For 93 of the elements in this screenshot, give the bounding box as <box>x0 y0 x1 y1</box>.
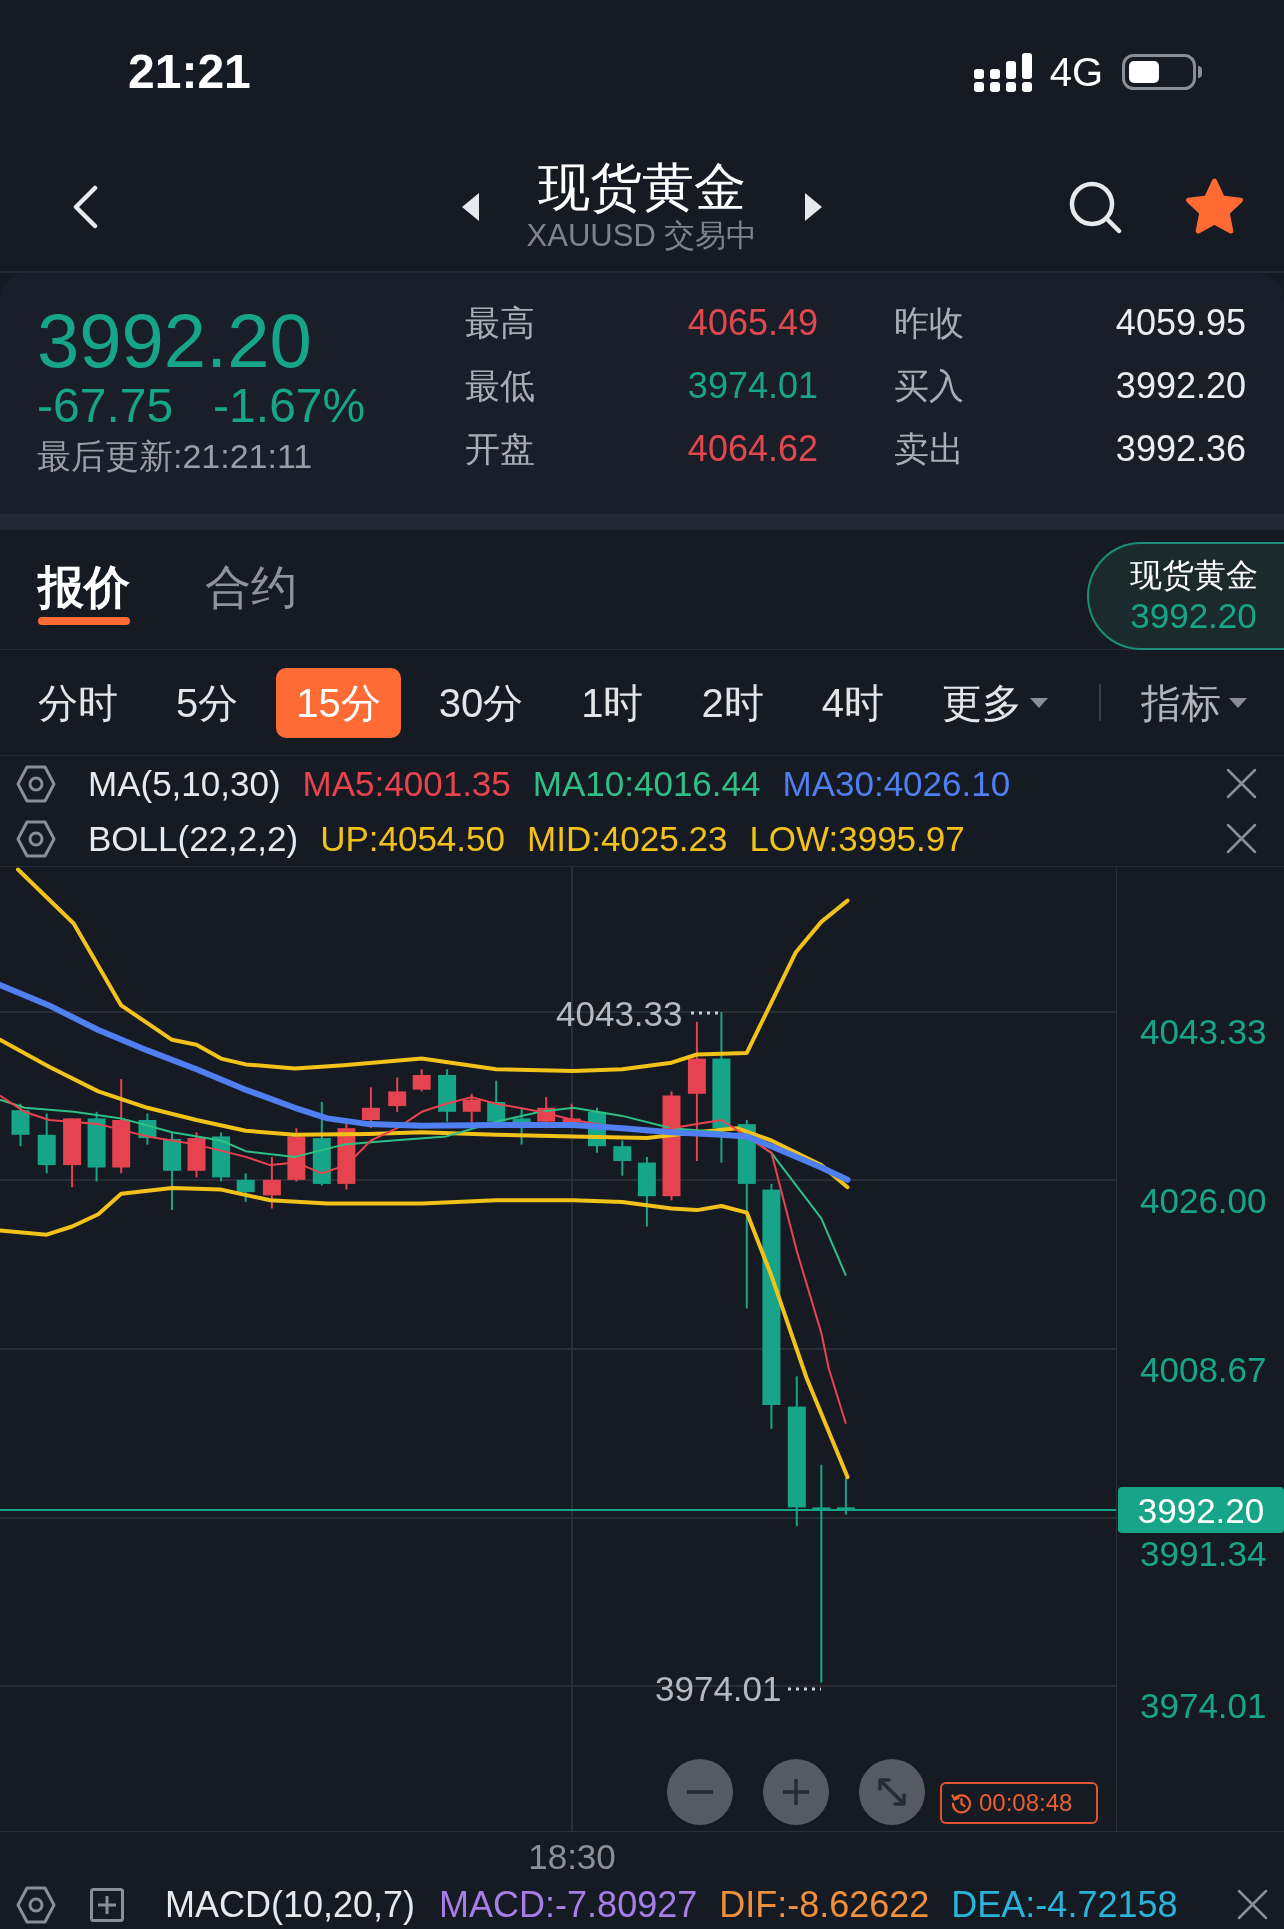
interval-dropdown[interactable]: 更多 <box>922 667 1068 738</box>
plus-icon <box>783 1779 809 1805</box>
stat-value: 4064.62 <box>687 430 818 467</box>
stat-value: 3992.36 <box>1115 430 1246 467</box>
interval-tab[interactable]: 30分 <box>418 667 544 738</box>
stat-label: 最高 <box>465 305 535 340</box>
low-price-marker: 3974.01 <box>655 1669 782 1709</box>
countdown-time: 00:08:48 <box>979 1791 1073 1815</box>
indicator-value: LOW:3995.97 <box>749 821 965 856</box>
caret-right-icon[interactable] <box>805 192 823 221</box>
back-icon[interactable] <box>72 184 98 229</box>
price-axis-label: 4008.67 <box>1140 1350 1267 1390</box>
settings-icon[interactable] <box>16 1884 56 1925</box>
indicator-value: MA10:4016.44 <box>532 766 761 801</box>
close-icon[interactable] <box>1226 823 1257 854</box>
close-icon[interactable] <box>1226 768 1257 799</box>
indicator-menu-button[interactable]: 指标 <box>1121 667 1267 738</box>
minus-icon <box>687 1790 713 1794</box>
candlestick <box>588 1106 606 1154</box>
stat-label: 卖出 <box>894 431 964 466</box>
candlestick <box>138 1112 157 1146</box>
candlestick <box>63 1117 82 1189</box>
update-time: 最后更新:21:21:11 <box>37 436 313 477</box>
caret-left-icon[interactable] <box>461 192 479 221</box>
stat-value: 4059.95 <box>1115 304 1246 341</box>
candlestick <box>512 1106 531 1146</box>
price-change: -67.75 <box>37 382 174 430</box>
leader-line <box>788 1687 821 1691</box>
indicator-value: MACD:-7.80927 <box>439 1886 698 1923</box>
indicator-value: MID:4025.23 <box>527 821 728 856</box>
stat-value: 3992.20 <box>1115 367 1246 404</box>
add-icon[interactable] <box>90 1887 124 1922</box>
candlestick <box>236 1172 255 1203</box>
candlestick <box>361 1086 380 1130</box>
candlestick <box>11 1102 30 1148</box>
caret-down-icon <box>1229 697 1247 708</box>
candlestick <box>613 1139 632 1177</box>
expand-icon <box>877 1777 907 1807</box>
indicator-name: MA(5,10,30) <box>88 766 281 801</box>
indicator-value: UP:4054.50 <box>320 821 505 856</box>
stat-value: 3974.01 <box>687 367 818 404</box>
candlestick <box>412 1068 431 1093</box>
settings-icon[interactable] <box>16 763 56 804</box>
price-change-percent: -1.67% <box>213 382 366 430</box>
tab[interactable]: 报价 <box>38 564 130 625</box>
leader-line <box>691 1011 721 1015</box>
interval-tab[interactable]: 4时 <box>801 667 904 738</box>
last-price: 3992.20 <box>37 303 312 379</box>
stat-label: 买入 <box>894 368 964 403</box>
quote-pill[interactable]: 现货黄金 3992.20 <box>1087 542 1284 650</box>
interval-tab[interactable]: 2时 <box>681 667 784 738</box>
interval-tab[interactable]: 1时 <box>561 667 664 738</box>
candlestick <box>212 1131 231 1183</box>
signal-icon <box>973 52 1033 92</box>
caret-down-icon <box>1030 697 1048 708</box>
last-price-tag: 3992.20 <box>1118 1487 1284 1533</box>
interval-tab[interactable]: 分时 <box>18 667 138 738</box>
high-price-marker: 4043.33 <box>556 994 683 1034</box>
indicator-value: DIF:-8.62622 <box>719 1886 930 1923</box>
status-time: 21:21 <box>128 48 251 96</box>
network-type: 4G <box>1049 52 1103 92</box>
price-axis-label: 4026.00 <box>1140 1181 1267 1221</box>
candlestick <box>836 1476 855 1516</box>
quote-pill-price: 3992.20 <box>1130 595 1257 637</box>
star-icon[interactable] <box>1184 177 1245 236</box>
stat-value: 4065.49 <box>687 304 818 341</box>
indicator-value: MA30:4026.10 <box>782 766 1011 801</box>
instrument-subtitle: XAUUSD 交易中 <box>526 216 758 254</box>
tab[interactable]: 合约 <box>205 564 297 625</box>
price-axis-label: 3991.34 <box>1140 1534 1267 1574</box>
history-icon <box>951 1792 972 1814</box>
settings-icon[interactable] <box>16 818 56 859</box>
price-axis-label: 3974.01 <box>1140 1686 1267 1726</box>
candlestick <box>438 1068 457 1123</box>
stat-label: 最低 <box>465 368 535 403</box>
candlestick <box>388 1076 407 1113</box>
instrument-title: 现货黄金 <box>538 159 746 217</box>
interval-tab[interactable]: 5分 <box>156 667 259 738</box>
stat-label: 开盘 <box>465 431 535 466</box>
close-icon[interactable] <box>1237 1889 1268 1920</box>
candlestick <box>262 1155 281 1210</box>
battery-icon <box>1122 54 1203 90</box>
indicator-value: DEA:-4.72158 <box>951 1886 1178 1923</box>
stat-label: 昨收 <box>894 305 964 340</box>
candlestick <box>187 1131 206 1179</box>
price-axis-label: 4043.33 <box>1140 1012 1267 1052</box>
indicator-name: MACD(10,20,7) <box>165 1886 416 1923</box>
indicator-value: MA5:4001.35 <box>302 766 511 801</box>
time-axis-label: 18:30 <box>528 1837 616 1877</box>
quote-pill-name: 现货黄金 <box>1129 556 1258 595</box>
candlestick <box>37 1112 56 1175</box>
search-icon[interactable] <box>1068 179 1122 234</box>
indicator-name: BOLL(22,2,2) <box>88 821 299 856</box>
